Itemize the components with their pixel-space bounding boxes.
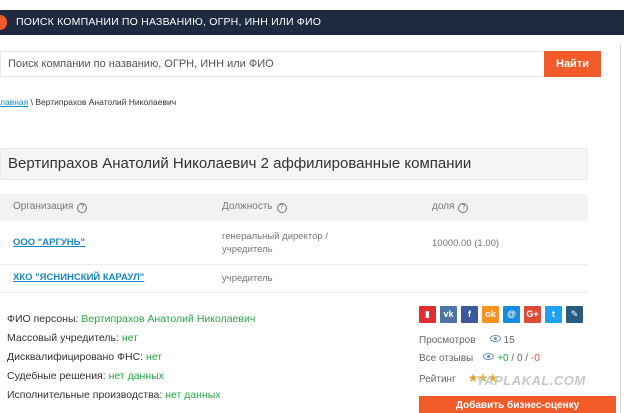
column-header-position: Должность? xyxy=(222,201,287,213)
eye-icon xyxy=(489,335,501,342)
reviews-stat[interactable]: Все отзывы +0 / 0 / -0 xyxy=(419,353,540,364)
logo-icon xyxy=(0,15,7,30)
person-disqualified: Дисквалифицировано ФНС: нет xyxy=(7,351,163,363)
person-fio: ФИО персоны: Вертипрахов Анатолий Никола… xyxy=(7,313,256,325)
search-input[interactable] xyxy=(1,52,544,76)
table-header: Организация? Должность? доля? xyxy=(0,194,588,221)
person-court-decisions: Судебные решения: нет данных xyxy=(7,370,164,382)
table-row-org-link[interactable]: ХКО "ЯСНИНСКИЙ КАРАУЛ" xyxy=(13,272,144,283)
breadcrumb-current: Вертипрахов Анатолий Николаевич xyxy=(35,97,177,107)
googleplus-icon[interactable]: G+ xyxy=(524,306,541,323)
twitter-icon[interactable]: t xyxy=(545,306,562,323)
page-edge-divider xyxy=(620,44,621,413)
watermark: YAPLAKAL.COM xyxy=(476,373,586,388)
column-header-organization: Организация? xyxy=(13,201,88,213)
eye-icon xyxy=(483,353,495,360)
table-row-divider xyxy=(0,264,588,265)
breadcrumb: лавная \ Вертипрахов Анатолий Николаевич xyxy=(0,97,176,107)
help-icon[interactable]: ? xyxy=(276,203,287,213)
person-mass-founder: Массовый учредитель: нет xyxy=(7,332,138,344)
breadcrumb-home-link[interactable]: лавная xyxy=(0,97,28,107)
table-row-share: 10000.00 (1.00) xyxy=(432,238,500,249)
odnoklassniki-icon[interactable]: ok xyxy=(482,306,499,323)
vk-icon[interactable]: vk xyxy=(440,306,457,323)
page-heading-box: Вертипрахов Анатолий Николаевич 2 аффили… xyxy=(0,148,588,180)
page-title: Вертипрахов Анатолий Николаевич 2 аффили… xyxy=(8,155,472,172)
table-row-role: генеральный директор / учредитель xyxy=(222,231,328,255)
search-button[interactable]: Найти xyxy=(544,51,601,77)
help-icon[interactable]: ? xyxy=(77,203,88,213)
column-header-share: доля? xyxy=(432,201,469,213)
add-business-rating-button[interactable]: Добавить бизнес-оценку xyxy=(419,396,616,413)
table-row-org-link[interactable]: ООО "АРГУНЬ" xyxy=(13,237,85,248)
top-header-bar: ПОИСК КОМПАНИИ ПО НАЗВАНИЮ, ОГРН, ИНН ИЛ… xyxy=(0,10,624,35)
header-title: ПОИСК КОМПАНИИ ПО НАЗВАНИЮ, ОГРН, ИНН ИЛ… xyxy=(16,16,322,28)
table-row-role: учредитель xyxy=(222,273,273,284)
views-stat: Просмотров 15 xyxy=(419,335,515,346)
person-enforcement: Исполнительные производства: нет данных xyxy=(7,389,221,401)
bookmark-icon[interactable]: ▮ xyxy=(419,306,436,323)
facebook-icon[interactable]: f xyxy=(461,306,478,323)
search-bar: Найти xyxy=(0,51,601,77)
help-icon[interactable]: ? xyxy=(458,203,469,213)
table-row-divider xyxy=(0,292,588,293)
mailru-icon[interactable]: @ xyxy=(503,306,520,323)
livejournal-icon[interactable]: ✎ xyxy=(566,306,583,323)
